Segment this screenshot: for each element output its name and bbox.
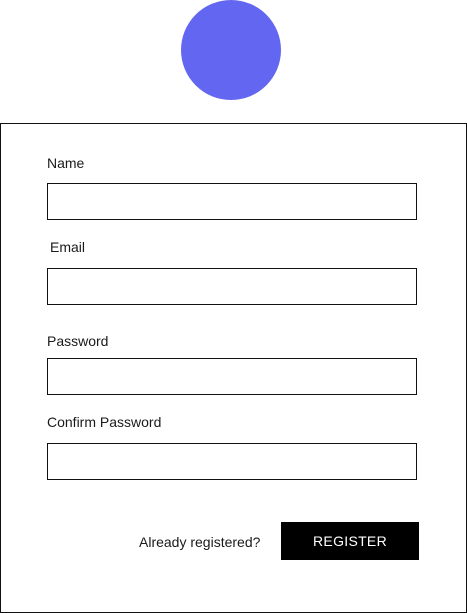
password-field[interactable] bbox=[47, 358, 417, 395]
confirm-password-label: Confirm Password bbox=[47, 414, 162, 430]
app-logo bbox=[181, 0, 281, 100]
email-label: Email bbox=[50, 239, 86, 255]
register-button[interactable]: REGISTER bbox=[281, 522, 419, 560]
email-field[interactable] bbox=[47, 268, 417, 305]
name-field[interactable] bbox=[47, 183, 417, 220]
password-label: Password bbox=[47, 333, 109, 349]
register-page: Name Email Password Confirm Password Alr… bbox=[0, 0, 467, 613]
register-form: Name Email Password Confirm Password Alr… bbox=[0, 123, 467, 613]
name-label: Name bbox=[47, 155, 85, 171]
already-registered-link[interactable]: Already registered? bbox=[139, 534, 260, 550]
confirm-password-field[interactable] bbox=[47, 443, 417, 480]
